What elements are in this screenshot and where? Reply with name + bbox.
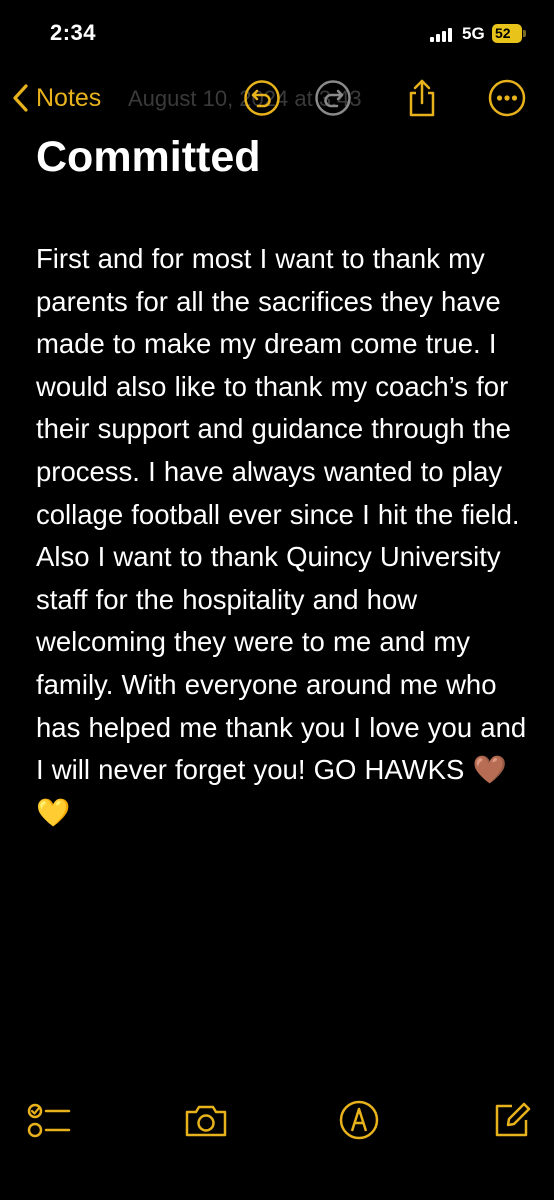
battery-level: 52 [495, 25, 511, 41]
status-bar: 2:34 5G 52 [0, 0, 554, 70]
note-title[interactable]: Committed [36, 131, 261, 183]
back-label: Notes [36, 83, 102, 112]
compose-icon[interactable] [490, 1098, 534, 1142]
chevron-left-icon [12, 83, 30, 113]
status-time: 2:34 [50, 20, 97, 45]
network-type: 5G [462, 24, 485, 43]
share-icon[interactable] [402, 78, 442, 118]
note-body[interactable]: First and for most I want to thank my pa… [36, 238, 536, 834]
redo-icon[interactable] [313, 78, 353, 118]
camera-icon[interactable] [183, 1098, 227, 1142]
markup-icon[interactable] [337, 1098, 381, 1142]
battery-icon: 52 [492, 24, 522, 43]
checklist-icon[interactable] [26, 1098, 71, 1142]
more-icon[interactable] [487, 78, 527, 118]
back-to-notes-button[interactable]: Notes [12, 78, 101, 118]
cellular-signal-icon [430, 28, 454, 42]
undo-icon[interactable] [242, 78, 282, 118]
battery-cap [523, 30, 526, 37]
